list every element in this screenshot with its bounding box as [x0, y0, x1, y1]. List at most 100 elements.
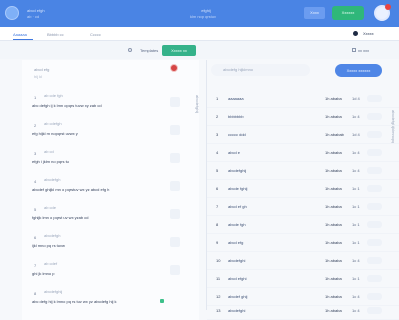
toolbar-right-link[interactable]: xx xxx — [358, 48, 369, 53]
row-time: 1h ababa — [325, 150, 342, 155]
table-row[interactable]: 4 abcd e 1h ababa 1c 4 — [207, 144, 399, 162]
table-row[interactable]: 6 abcde fghij 1h ababa 1c 1 — [207, 180, 399, 198]
record-button[interactable] — [170, 64, 178, 72]
row-name[interactable]: abcd ef gh — [228, 204, 247, 209]
results-action-button[interactable]: Xxxxx xxxxxx — [335, 64, 382, 77]
table-row[interactable]: 9 abcd efg 1h ababa 1c 1 — [207, 234, 399, 252]
message-text: abc defg hij k lmno pq rs tuv wx yz abcd… — [32, 299, 117, 304]
row-action-pill[interactable] — [367, 221, 382, 228]
row-name[interactable]: ccccc ddd — [228, 132, 246, 137]
table-row[interactable]: 1 aaaaaaa 1h ababa 1d 4 — [207, 90, 399, 108]
message-panel: abcd efg hij kl 1 ab cde fgh abc defgh i… — [22, 60, 199, 320]
row-name[interactable]: aaaaaaa — [228, 96, 244, 101]
message-item[interactable]: 7 ab cdef ghi jk lmno p — [22, 258, 199, 286]
row-name[interactable]: abcdefghi — [228, 258, 245, 263]
row-name[interactable]: abcdefghij — [228, 168, 246, 173]
message-item[interactable]: 6 abcdefgh ijkl mno pq rs tuvw — [22, 230, 199, 258]
message-action-icon[interactable] — [170, 181, 180, 191]
table-row[interactable]: 10 abcdefghi 1h ababa 1c 4 — [207, 252, 399, 270]
templates-link[interactable]: Templates — [140, 48, 158, 53]
flag-icon — [160, 299, 164, 303]
tab-3[interactable]: Ccccc — [90, 32, 101, 37]
row-action-pill[interactable] — [367, 293, 382, 300]
message-action-icon[interactable] — [170, 153, 180, 163]
message-text: efg hijkl m nopqrst uvwx y — [32, 131, 78, 136]
templates-icon — [128, 48, 132, 52]
tab-2[interactable]: Bbbbb cc — [47, 32, 64, 37]
row-name[interactable]: abcd efg — [228, 240, 243, 245]
row-time: 1h ababa — [325, 168, 342, 173]
secondary-button[interactable]: Xxxx — [304, 7, 325, 19]
row-score: 1c 1 — [352, 204, 360, 209]
row-index: 4 — [216, 150, 219, 155]
table-row[interactable]: 13 abcdefghi 1h ababa 1c 4 — [207, 302, 399, 320]
row-action-pill[interactable] — [367, 203, 382, 210]
row-name[interactable]: abcde fgh — [228, 222, 246, 227]
row-action-pill[interactable] — [367, 149, 382, 156]
message-action-icon[interactable] — [170, 97, 180, 107]
row-score: 1d 4 — [352, 96, 360, 101]
message-author: ab cde fgh — [44, 93, 63, 98]
row-time: 1h ababa — [325, 258, 342, 263]
row-score: 1c 4 — [352, 258, 360, 263]
row-action-pill[interactable] — [367, 131, 382, 138]
tab-right-label[interactable]: Xxxxx — [363, 31, 374, 36]
row-action-pill[interactable] — [367, 239, 382, 246]
message-item[interactable]: 3 ab cd efgh i jklm no pqrs tu — [22, 146, 199, 174]
table-row[interactable]: 3 ccccc ddd 1h ababab 1d 4 — [207, 126, 399, 144]
message-text: efgh i jklm no pqrs tu — [32, 159, 69, 164]
message-item[interactable]: 2 ab cdefgh efg hijkl m nopqrst uvwx y — [22, 118, 199, 146]
row-index: 1 — [216, 96, 219, 101]
row-action-pill[interactable] — [367, 95, 382, 102]
message-text: fghijk lmn o pqrst uv wx yzab cd — [32, 215, 89, 220]
row-score: 1c 1 — [352, 222, 360, 227]
tab-1[interactable]: Aaaaaa — [13, 32, 27, 37]
top-bar: abcd efgh ab · cd efghij klm nop qrstuv … — [0, 0, 399, 27]
row-name[interactable]: abcdefghi — [228, 308, 245, 313]
message-item[interactable]: 5 ab cde fghijk lmn o pqrst uv wx yzab c… — [22, 202, 199, 230]
app-title: abcd efgh — [27, 8, 45, 13]
row-action-pill[interactable] — [367, 113, 382, 120]
table-row[interactable]: 7 abcd ef gh 1h ababa 1c 1 — [207, 198, 399, 216]
message-item[interactable]: 8 abcdefghij abc defg hij k lmno pq rs t… — [22, 286, 199, 314]
search-input[interactable]: abcdefg hijklmno — [211, 64, 310, 76]
row-name[interactable]: abcd e — [228, 150, 240, 155]
row-name[interactable]: abcd efghi — [228, 276, 246, 281]
table-row[interactable]: 8 abcde fgh 1h ababa 1c 1 — [207, 216, 399, 234]
primary-button[interactable]: Xxxxxx — [332, 6, 364, 20]
message-number: 1 — [34, 95, 37, 100]
row-score: 1c 4 — [352, 114, 360, 119]
row-name[interactable]: abcde fghij — [228, 186, 247, 191]
toolbar-action-button[interactable]: Xxxxx xx — [162, 45, 196, 56]
message-item[interactable]: 1 ab cde fgh abc defgh ij k lmn opqrs tu… — [22, 90, 199, 118]
table-row[interactable]: 11 abcd efghi 1h ababa 1c 1 — [207, 270, 399, 288]
row-time: 1h ababa — [325, 276, 342, 281]
row-action-pill[interactable] — [367, 307, 382, 314]
message-author: ab cdef — [44, 261, 58, 266]
message-text: ghi jk lmno p — [32, 271, 55, 276]
filter-icon — [352, 48, 356, 52]
row-action-pill[interactable] — [367, 257, 382, 264]
panel-header-subtitle: hij kl — [34, 74, 43, 79]
row-action-pill[interactable] — [367, 275, 382, 282]
message-action-icon[interactable] — [170, 265, 180, 275]
results-panel: abcdefg hijklmno Xxxxx xxxxxx 1 aaaaaaa … — [207, 60, 399, 320]
message-action-icon[interactable] — [170, 209, 180, 219]
app-logo[interactable] — [5, 6, 19, 20]
page-subtitle: klm nop qrstuv — [189, 14, 216, 19]
toolbar: Templates Xxxxx xx xx xxx — [0, 41, 399, 59]
row-name[interactable]: abcdef ghij — [228, 294, 247, 299]
message-action-icon[interactable] — [170, 237, 180, 247]
message-item[interactable]: 4 abcdefgh abcdef ghijkl mn o pqrstuv wx… — [22, 174, 199, 202]
row-time: 1h ababa — [325, 204, 342, 209]
message-number: 7 — [34, 263, 37, 268]
message-action-icon[interactable] — [170, 125, 180, 135]
message-author: ab cde — [44, 205, 57, 210]
table-row[interactable]: 2 bbbbbbb 1h ababa 1c 4 — [207, 108, 399, 126]
row-name[interactable]: bbbbbbb — [228, 114, 244, 119]
row-action-pill[interactable] — [367, 185, 382, 192]
message-author: abcdefgh — [44, 177, 61, 182]
table-row[interactable]: 5 abcdefghij 1h ababa 1c 4 — [207, 162, 399, 180]
row-time: 1h ababa — [325, 222, 342, 227]
row-action-pill[interactable] — [367, 167, 382, 174]
